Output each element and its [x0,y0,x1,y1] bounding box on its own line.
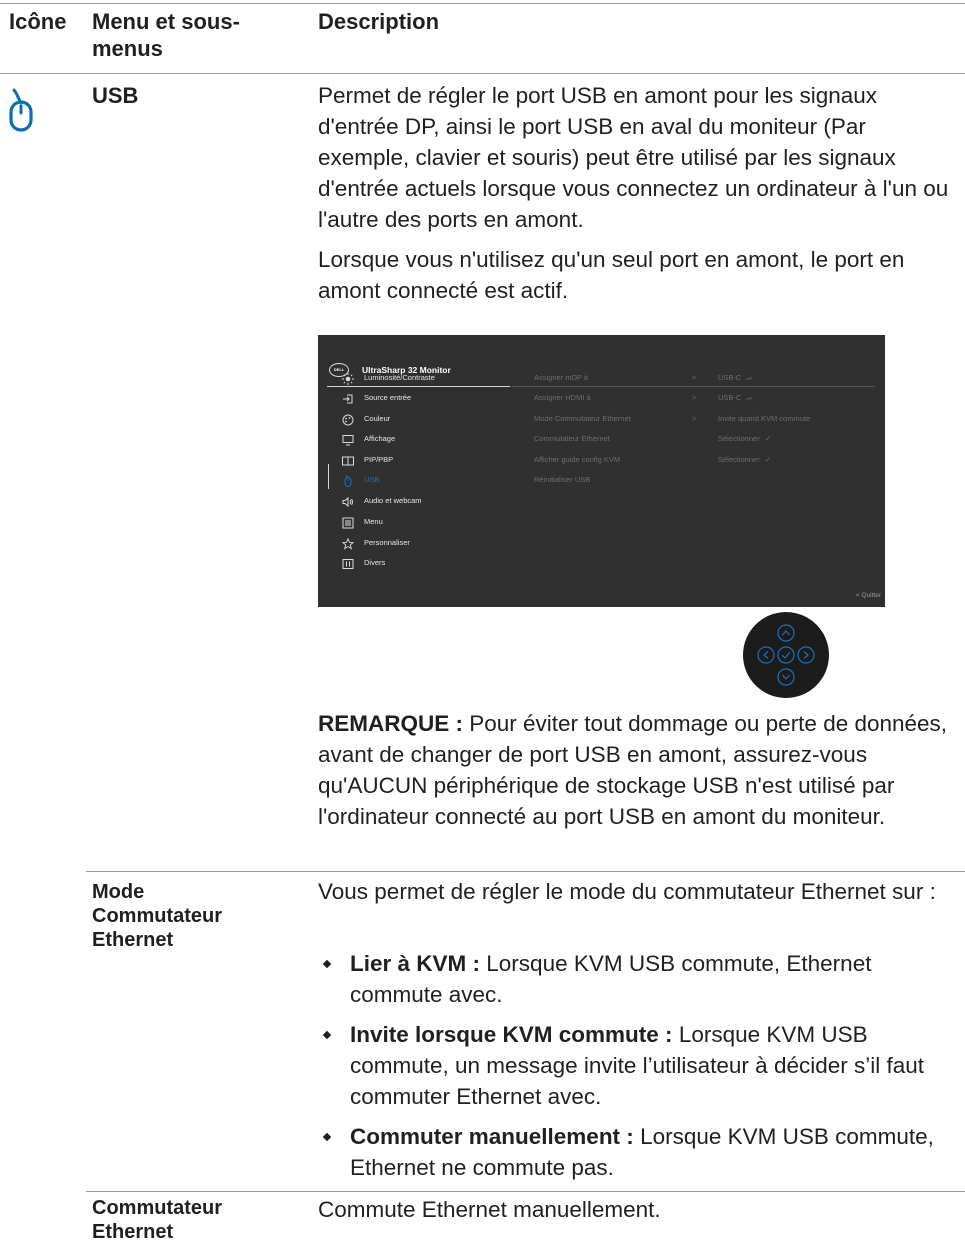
menu-icon [342,517,354,529]
usb-description-para2: Lorsque vous n'utilisez qu'un seul port … [318,247,905,303]
osd-option-label[interactable]: Commutateur Ethernet [534,434,610,443]
submenu-usb: USB [92,83,139,108]
osd-option-value: Sélectionner [718,434,760,443]
header-menu: Menu et sous-menus [92,9,240,61]
brightness-icon [342,373,354,385]
osd-option-label[interactable]: Réinitialiser USB [534,475,590,484]
mouse-icon [6,86,36,132]
row-divider-ethernet-mode [86,871,965,872]
table-top-rule [0,3,965,4]
bullet-term: Lier à KVM : [350,951,481,976]
row-divider-ethernet-switch [86,1191,965,1192]
ethernet-mode-options: Lier à KVM : Lorsque KVM USB commute, Et… [318,948,958,1183]
ethernet-mode-intro: Vous permet de régler le mode du commuta… [318,879,936,904]
list-item: Commuter manuellement : Lorsque KVM USB … [318,1121,958,1183]
osd-option-label[interactable]: Mode Commutateur Ethernet [534,414,631,423]
osd-selection-bar [328,464,329,489]
left-icon [757,646,775,664]
others-icon [342,559,354,569]
down-icon [777,668,795,686]
bullet-term: Invite lorsque KVM commute : [350,1022,673,1047]
ethernet-switch-description: Commute Ethernet manuellement. [318,1197,661,1222]
input-source-icon [343,394,353,404]
bullet-icon [322,1132,332,1142]
osd-header-divider [511,386,875,387]
right-icon [797,646,815,664]
osd-option-value: USB-C [718,373,742,382]
note-label: REMARQUE : [318,711,463,736]
pip-icon [342,456,354,466]
osd-screenshot: DELL UltraSharp 32 Monitor Luminosité/Co… [318,335,885,607]
speaker-icon [342,496,353,508]
bullet-icon [322,959,332,969]
usb-icon: ⭌ [746,373,752,382]
osd-option-value: Invite quand KVM commute [718,414,811,423]
submenu-ethernet-switch: Commutateur Ethernet [92,1197,223,1243]
up-icon [777,624,795,642]
joystick-diagram [743,612,829,698]
osd-option-label[interactable]: Afficher guide config KVM [534,455,620,464]
osd-menu-label: USB [364,475,380,484]
osd-menu-label: Personnaliser [364,538,410,547]
usb-note: REMARQUE : Pour éviter tout dommage ou p… [318,708,948,832]
header-bottom-rule [0,73,965,74]
star-icon [342,538,354,550]
osd-menu-label: Affichage [364,434,396,443]
header-description: Description [318,9,440,34]
check-icon: ✓ [765,455,772,464]
osd-menu-label: Divers [364,558,386,567]
submenu-ethernet-mode: Mode Commutateur Ethernet [92,881,223,951]
osd-option-value: USB-C [718,393,742,402]
osd-menu-label: Luminosité/Contraste [364,373,435,382]
osd-menu-label: Menu [364,517,383,526]
bullet-icon [322,1030,332,1040]
check-icon: ✓ [765,434,772,443]
palette-icon [342,414,354,426]
bullet-term: Commuter manuellement : [350,1124,634,1149]
osd-quit-button[interactable]: < Quitter [856,592,881,599]
osd-menu-label: Couleur [364,414,391,423]
osd-menu-label: PIP/PBP [364,455,394,464]
mouse-icon [344,475,352,487]
osd-title-underline [327,386,510,387]
header-icon: Icône [9,9,67,34]
osd-option-label[interactable]: Assigner mDP à [534,373,588,382]
confirm-icon [777,646,795,664]
osd-menu-label: Source entrée [364,393,412,402]
osd-option-arrow: > [692,393,697,402]
osd-menu-label: Audio et webcam [364,496,422,505]
list-item: Lier à KVM : Lorsque KVM USB commute, Et… [318,948,958,1010]
osd-option-label[interactable]: Assigner HDMI à [534,393,591,402]
osd-option-arrow: > [692,414,697,423]
usb-icon: ⭌ [746,393,752,402]
list-item: Invite lorsque KVM commute : Lorsque KVM… [318,1019,958,1112]
usb-description-para1: Permet de régler le port USB en amont po… [318,83,949,232]
display-icon [342,435,354,446]
osd-option-arrow: > [692,373,697,382]
osd-option-value: Sélectionner [718,455,760,464]
